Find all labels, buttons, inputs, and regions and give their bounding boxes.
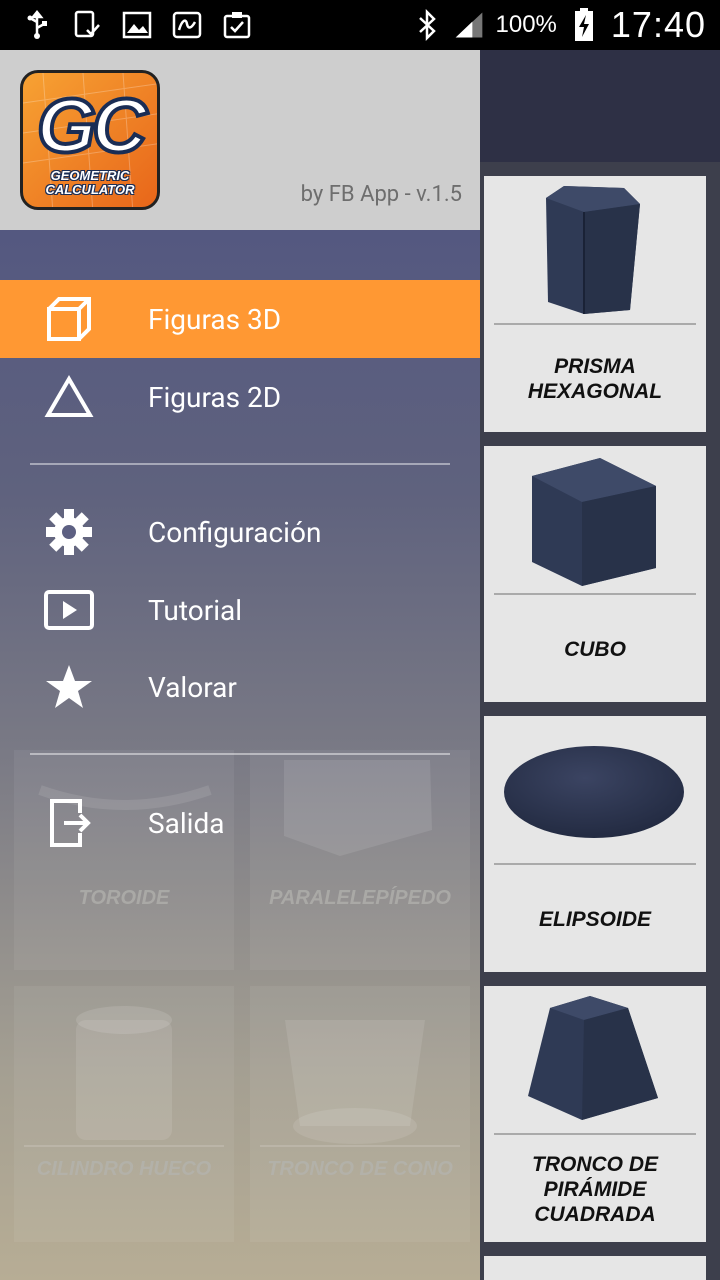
shape-card-partial[interactable] [484,1256,706,1280]
truncated-pyramid-icon [528,996,658,1120]
shape-card-cubo[interactable]: CUBO [484,446,706,702]
triangle-icon [44,372,94,422]
clock: 17:40 [610,4,706,45]
hexagonal-prism-icon [546,186,640,314]
card-label: CUBO [564,637,626,661]
menu-divider [30,753,450,755]
cube-icon [44,294,94,344]
play-icon [44,585,94,635]
menu-label: Configuración [148,515,322,549]
ghost-label: CILINDRO HUECO [36,1158,212,1180]
exit-icon [44,798,94,848]
ghost-label: TRONCO DE CONO [267,1158,453,1180]
version-text: by FB App - v.1.5 [300,182,462,207]
menu-item-figuras-2d[interactable]: Figuras 2D [0,358,480,436]
logo-line-1: GEOMETRIC [50,168,130,183]
drawer-header: GC GEOMETRIC CALCULATOR by FB App - v.1.… [0,50,480,230]
menu-item-salida[interactable]: Salida [0,784,480,862]
card-label: ELIPSOIDE [538,907,652,931]
ghost-label: PARALELEPÍPEDO [269,887,451,909]
card-label: TRONCO DE PIRÁMIDE CUADRADA [532,1152,658,1226]
image-icon [122,10,152,40]
bluetooth-icon [412,9,442,41]
gear-icon [44,507,94,557]
ghost-label: TOROIDE [78,887,170,909]
menu-item-tutorial[interactable]: Tutorial [0,571,480,649]
card-divider [494,1133,696,1135]
app-logo: GC GEOMETRIC CALCULATOR [20,70,160,210]
shape-card-tronco-piramide[interactable]: TRONCO DE PIRÁMIDE CUADRADA [484,986,706,1242]
star-icon [44,662,94,712]
logo-line-2: CALCULATOR [45,182,135,197]
shape-card-prisma-hexagonal[interactable]: PRISMA HEXAGONAL [484,176,706,432]
ellipsoid-icon [504,746,684,838]
card-divider [494,593,696,595]
menu-item-figuras-3d[interactable]: Figuras 3D [0,280,480,358]
menu-divider [30,463,450,465]
navigation-drawer: TOROIDE PARALELEPÍPEDO CILINDRO HUECO TR… [0,50,480,1280]
usb-icon [22,10,52,40]
signal-icon [454,10,484,40]
menu-item-valorar[interactable]: Valorar [0,648,480,726]
card-divider [494,863,696,865]
battery-percent: 100% [495,11,557,38]
logo-subtitle: GEOMETRIC CALCULATOR [29,169,151,197]
cube-shape-icon [532,458,656,586]
menu-label: Valorar [148,670,237,704]
menu-label: Figuras 2D [148,380,282,414]
menu-item-configuracion[interactable]: Configuración [0,493,480,571]
menu-label: Tutorial [148,593,243,627]
logo-letters: GC [35,82,149,171]
menu-label: Salida [148,806,225,840]
status-bar: 100% 17:40 [0,0,720,50]
menu-label: Figuras 3D [148,302,282,336]
device-check-icon [72,10,102,40]
clipboard-check-icon [222,10,252,40]
card-divider [494,323,696,325]
battery-charging-icon [569,8,599,41]
card-label: PRISMA HEXAGONAL [527,355,663,403]
signature-app-icon [172,10,202,40]
shape-card-elipsoide[interactable]: ELIPSOIDE [484,716,706,972]
